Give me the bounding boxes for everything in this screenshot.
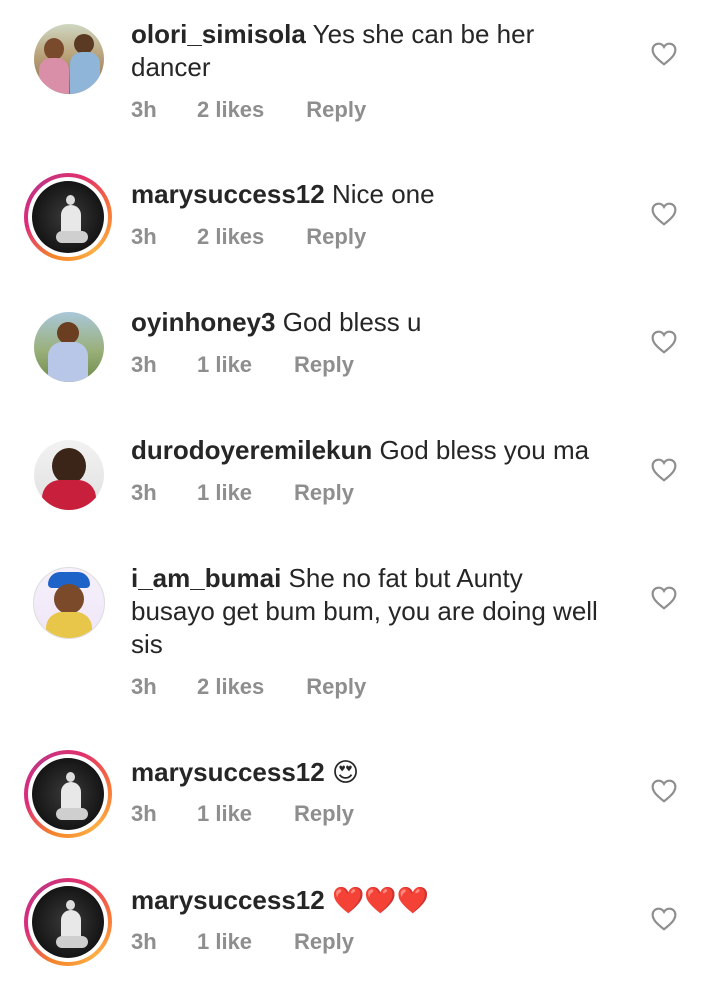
comment-text: olori_simisola Yes she can be her dancer (131, 18, 601, 84)
story-ring (28, 882, 108, 962)
heart-outline-icon[interactable] (651, 907, 677, 931)
comment-username[interactable]: oyinhoney3 (131, 307, 275, 337)
heart-outline-icon[interactable] (651, 458, 677, 482)
heart-outline-icon[interactable] (651, 586, 677, 610)
reply-button[interactable]: Reply (306, 674, 366, 700)
comment-meta: 3h 2 likes Reply (131, 97, 366, 123)
comment-username[interactable]: marysuccess12 (131, 757, 325, 787)
user-photo-icon (34, 312, 104, 382)
comment-text: durodoyeremilekun God bless you ma (131, 434, 601, 467)
comment-text: i_am_bumai She no fat but Aunty busayo g… (131, 562, 601, 661)
comment-likes[interactable]: 2 likes (197, 674, 264, 700)
avatar[interactable] (30, 20, 108, 98)
comment-likes[interactable]: 1 like (197, 352, 252, 378)
comment-likes[interactable]: 2 likes (197, 97, 264, 123)
story-ring (28, 177, 108, 257)
comment-meta: 3h 2 likes Reply (131, 224, 366, 250)
comment-meta: 3h 2 likes Reply (131, 674, 366, 700)
comment-meta: 3h 1 like Reply (131, 480, 354, 506)
reply-button[interactable]: Reply (306, 224, 366, 250)
comment-body: God bless u (282, 307, 422, 337)
story-ring (28, 754, 108, 834)
avatar[interactable] (24, 750, 112, 838)
comment-text: marysuccess12 Nice one (131, 178, 601, 211)
comment-likes[interactable]: 2 likes (197, 224, 264, 250)
comment-text: marysuccess12 ❤️❤️❤️ (131, 884, 601, 917)
heart-outline-icon[interactable] (651, 202, 677, 226)
comment-time: 3h (131, 929, 157, 954)
heart-outline-icon[interactable] (651, 42, 677, 66)
comment-time: 3h (131, 224, 157, 249)
reply-button[interactable]: Reply (294, 929, 354, 955)
heart-outline-icon[interactable] (651, 330, 677, 354)
user-photo-icon (32, 886, 104, 958)
comment-time: 3h (131, 801, 157, 826)
comment-username[interactable]: i_am_bumai (131, 563, 281, 593)
comment-meta: 3h 1 like Reply (131, 352, 354, 378)
comment-meta: 3h 1 like Reply (131, 801, 354, 827)
avatar[interactable] (24, 878, 112, 966)
comment-body: 😍 (331, 757, 360, 787)
user-photo-icon (32, 758, 104, 830)
comment-username[interactable]: durodoyeremilekun (131, 435, 372, 465)
comment-body: ❤️❤️❤️ (331, 885, 430, 915)
avatar[interactable] (30, 308, 108, 386)
avatar[interactable] (30, 436, 108, 514)
avatar[interactable] (24, 173, 112, 261)
comment-body: Nice one (331, 179, 435, 209)
heart-outline-icon[interactable] (651, 779, 677, 803)
comment-time: 3h (131, 480, 157, 505)
reply-button[interactable]: Reply (306, 97, 366, 123)
comment-username[interactable]: marysuccess12 (131, 885, 325, 915)
reply-button[interactable]: Reply (294, 801, 354, 827)
comment-text: oyinhoney3 God bless u (131, 306, 601, 339)
comment-likes[interactable]: 1 like (197, 929, 252, 955)
reply-button[interactable]: Reply (294, 480, 354, 506)
reply-button[interactable]: Reply (294, 352, 354, 378)
comment-time: 3h (131, 674, 157, 699)
comment-likes[interactable]: 1 like (197, 801, 252, 827)
comment-time: 3h (131, 97, 157, 122)
comment-username[interactable]: olori_simisola (131, 19, 306, 49)
user-photo-icon (34, 440, 104, 510)
user-photo-icon (34, 24, 104, 94)
comment-username[interactable]: marysuccess12 (131, 179, 325, 209)
comment-likes[interactable]: 1 like (197, 480, 252, 506)
comment-meta: 3h 1 like Reply (131, 929, 354, 955)
user-photo-icon (32, 181, 104, 253)
comment-text: marysuccess12 😍 (131, 756, 601, 789)
avatar[interactable] (30, 564, 108, 642)
user-photo-icon (33, 567, 105, 639)
comment-time: 3h (131, 352, 157, 377)
comment-body: God bless you ma (379, 435, 590, 465)
